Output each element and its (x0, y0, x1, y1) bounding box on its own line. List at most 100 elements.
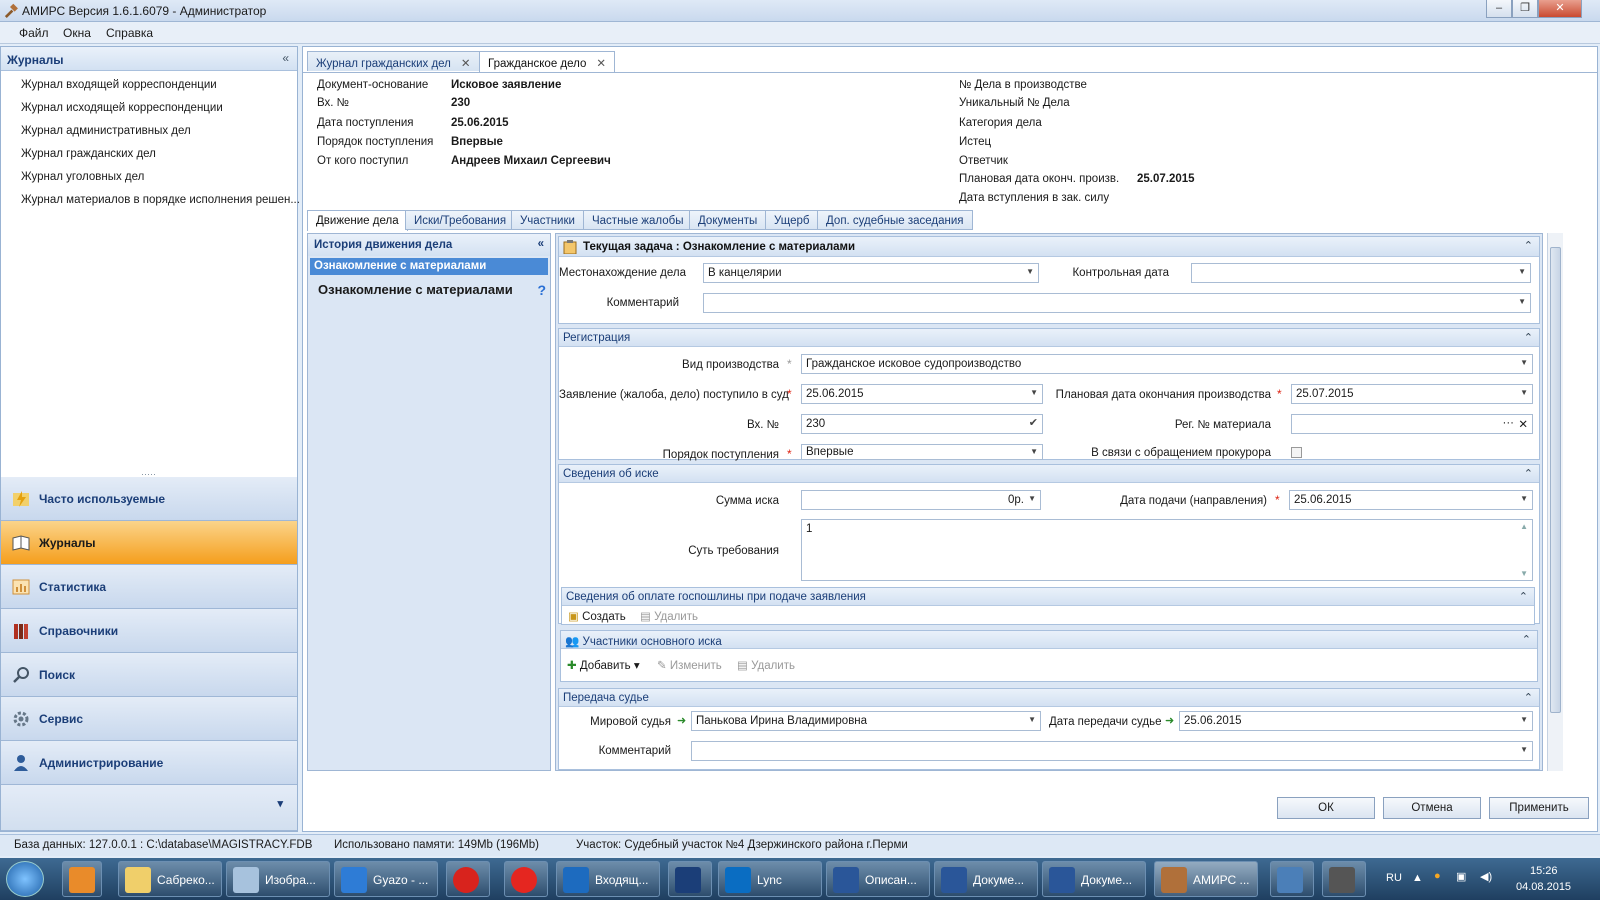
delete-duty-button[interactable]: ▤ Удалить (640, 609, 698, 623)
close-tab-icon[interactable]: ✕ (461, 58, 471, 70)
collapse-group-icon[interactable]: ⌃ (1524, 331, 1533, 344)
collapse-group-icon[interactable]: ⌃ (1524, 691, 1533, 704)
subtab-case-movement[interactable]: Движение дела (307, 210, 408, 231)
prosecutor-checkbox[interactable] (1291, 447, 1302, 458)
incoming-no-value: 230 (451, 97, 471, 109)
journal-item[interactable]: Журнал уголовных дел (21, 171, 144, 183)
word-icon (833, 867, 859, 893)
start-button[interactable] (6, 861, 44, 897)
control-date-field[interactable]: ▼ (1191, 263, 1531, 283)
ok-button[interactable]: ОК (1277, 797, 1375, 819)
taskbar-item-folder[interactable]: Сабреко... (118, 861, 222, 897)
collapse-group-icon[interactable]: ⌃ (1519, 590, 1528, 603)
subtab-damage[interactable]: Ущерб (765, 210, 819, 230)
edit-participant-button[interactable]: ✎ Изменить (657, 658, 722, 672)
menu-help[interactable]: Справка (106, 26, 153, 40)
taskbar-item-amirs[interactable]: АМИРС ... (1154, 861, 1258, 897)
taskbar-item-images[interactable]: Изобра... (226, 861, 330, 897)
taskbar-item-gyazo[interactable]: Gyazo - ... (334, 861, 438, 897)
nav-service[interactable]: Сервис (1, 697, 297, 741)
taskbar-item-video[interactable] (1322, 861, 1366, 897)
scrollbar-thumb[interactable] (1550, 247, 1561, 713)
delete-participant-button[interactable]: ▤ Удалить (737, 658, 795, 672)
incoming-no-label: Вх. № (317, 97, 350, 109)
tab-civil-case[interactable]: Гражданское дело ✕ (479, 51, 616, 72)
filing-date-field[interactable]: 25.06.2015 ▼ (1289, 490, 1533, 510)
taskbar-item-save[interactable] (668, 861, 712, 897)
location-select[interactable]: В канцелярии ▼ (703, 263, 1039, 283)
claim-sum-field[interactable]: 0р. ▼ (801, 490, 1041, 510)
nav-search[interactable]: Поиск (1, 653, 297, 697)
scroll-up-icon[interactable]: ▲ (1520, 522, 1528, 531)
transfer-comment-field[interactable]: ▼ (691, 741, 1533, 761)
material-regno-field[interactable]: ··· ✕ (1291, 414, 1533, 434)
taskbar-item-editor[interactable] (1270, 861, 1314, 897)
subtab-extra-hearings[interactable]: Доп. судебные заседания (817, 210, 973, 230)
journal-item[interactable]: Журнал исходящей корреспонденции (21, 102, 223, 114)
clear-icon[interactable]: ✕ (1518, 417, 1528, 431)
language-indicator[interactable]: RU (1386, 872, 1402, 884)
effective-date-label: Дата вступления в зак. силу (959, 192, 1110, 204)
more-icon[interactable]: ··· (1503, 417, 1515, 429)
subtab-private-complaints[interactable]: Частные жалобы (583, 210, 693, 230)
nav-journals[interactable]: Журналы (1, 521, 297, 565)
clock-time[interactable]: 15:26 (1530, 865, 1558, 877)
taskbar-item-word-1[interactable]: Описан... (826, 861, 930, 897)
taskbar-item-word-3[interactable]: Докуме... (1042, 861, 1146, 897)
taskbar-item-word-2[interactable]: Докуме... (934, 861, 1038, 897)
add-participant-button[interactable]: ✚ Добавить ▾ (567, 658, 640, 672)
search-icon (13, 667, 29, 683)
transfer-header: Передача судье ⌃ (559, 689, 1539, 707)
apply-button[interactable]: Применить (1489, 797, 1589, 819)
claim-essence-textarea[interactable]: 1 ▲ ▼ (801, 519, 1533, 581)
tray-app-icon[interactable]: ● (1434, 870, 1441, 882)
form-scrollbar[interactable] (1547, 233, 1563, 771)
nav-statistics[interactable]: Статистика (1, 565, 297, 609)
volume-icon[interactable]: ◀) (1480, 870, 1492, 883)
history-item-selected[interactable]: Ознакомление с материалами (310, 258, 548, 275)
scroll-down-icon[interactable]: ▼ (1520, 569, 1528, 578)
task-comment-field[interactable]: ▼ (703, 293, 1531, 313)
subtab-participants[interactable]: Участники (511, 210, 584, 230)
network-icon[interactable]: ▣ (1456, 870, 1466, 883)
collapse-group-icon[interactable]: ⌃ (1522, 633, 1531, 646)
create-duty-button[interactable]: ▣ Создать (568, 609, 626, 623)
help-icon[interactable]: ? (537, 282, 546, 298)
judge-select[interactable]: Панькова Ирина Владимировна ▼ (691, 711, 1041, 731)
taskbar-item-outlook[interactable]: Входящ... (556, 861, 660, 897)
nav-frequent[interactable]: Часто используемые (1, 477, 297, 521)
nav-references[interactable]: Справочники (1, 609, 297, 653)
subtab-claims[interactable]: Иски/Требования (405, 210, 516, 230)
collapse-group-icon[interactable]: ⌃ (1524, 239, 1533, 252)
proceeding-kind-select[interactable]: Гражданское исковое судопроизводство ▼ (801, 354, 1533, 374)
journal-item[interactable]: Журнал гражданских дел (21, 148, 156, 160)
collapse-group-icon[interactable]: ⌃ (1524, 467, 1533, 480)
taskbar-item-opera[interactable] (446, 861, 490, 897)
nav-overflow[interactable]: ▾ (1, 785, 297, 831)
collapse-panel-button[interactable]: « (282, 51, 289, 65)
tray-expand-icon[interactable]: ▲ (1412, 872, 1423, 884)
menu-file[interactable]: Файл (19, 26, 49, 40)
taskbar-item-yandex[interactable] (504, 861, 548, 897)
filed-date-field[interactable]: 25.06.2015 ▼ (801, 384, 1043, 404)
transfer-date-field[interactable]: 25.06.2015 ▼ (1179, 711, 1533, 731)
collapse-history-button[interactable]: « (538, 238, 544, 250)
subtab-documents[interactable]: Документы (689, 210, 767, 230)
minimize-button[interactable]: ‒ (1486, 0, 1512, 18)
close-window-button[interactable]: ✕ (1538, 0, 1582, 18)
taskbar-item-lync[interactable]: Lync (718, 861, 822, 897)
clock-date[interactable]: 04.08.2015 (1516, 881, 1571, 893)
planned-end-date-field[interactable]: 25.07.2015 ▼ (1291, 384, 1533, 404)
taskbar-item-media[interactable] (62, 861, 102, 897)
nav-administration[interactable]: Администрирование (1, 741, 297, 785)
tab-civil-journal[interactable]: Журнал гражданских дел ✕ (307, 51, 480, 71)
cancel-button[interactable]: Отмена (1383, 797, 1481, 819)
close-tab-icon[interactable]: ✕ (596, 58, 606, 70)
restore-button[interactable]: ❐ (1512, 0, 1538, 18)
journal-item[interactable]: Журнал административных дел (21, 125, 191, 137)
reg-order-select[interactable]: Впервые ▼ (801, 444, 1043, 460)
reg-incoming-no-field[interactable]: 230 ✔ (801, 414, 1043, 434)
journal-item[interactable]: Журнал входящей корреспонденции (21, 79, 217, 91)
menu-windows[interactable]: Окна (63, 26, 91, 40)
journal-item[interactable]: Журнал материалов в порядке исполнения р… (21, 194, 300, 206)
